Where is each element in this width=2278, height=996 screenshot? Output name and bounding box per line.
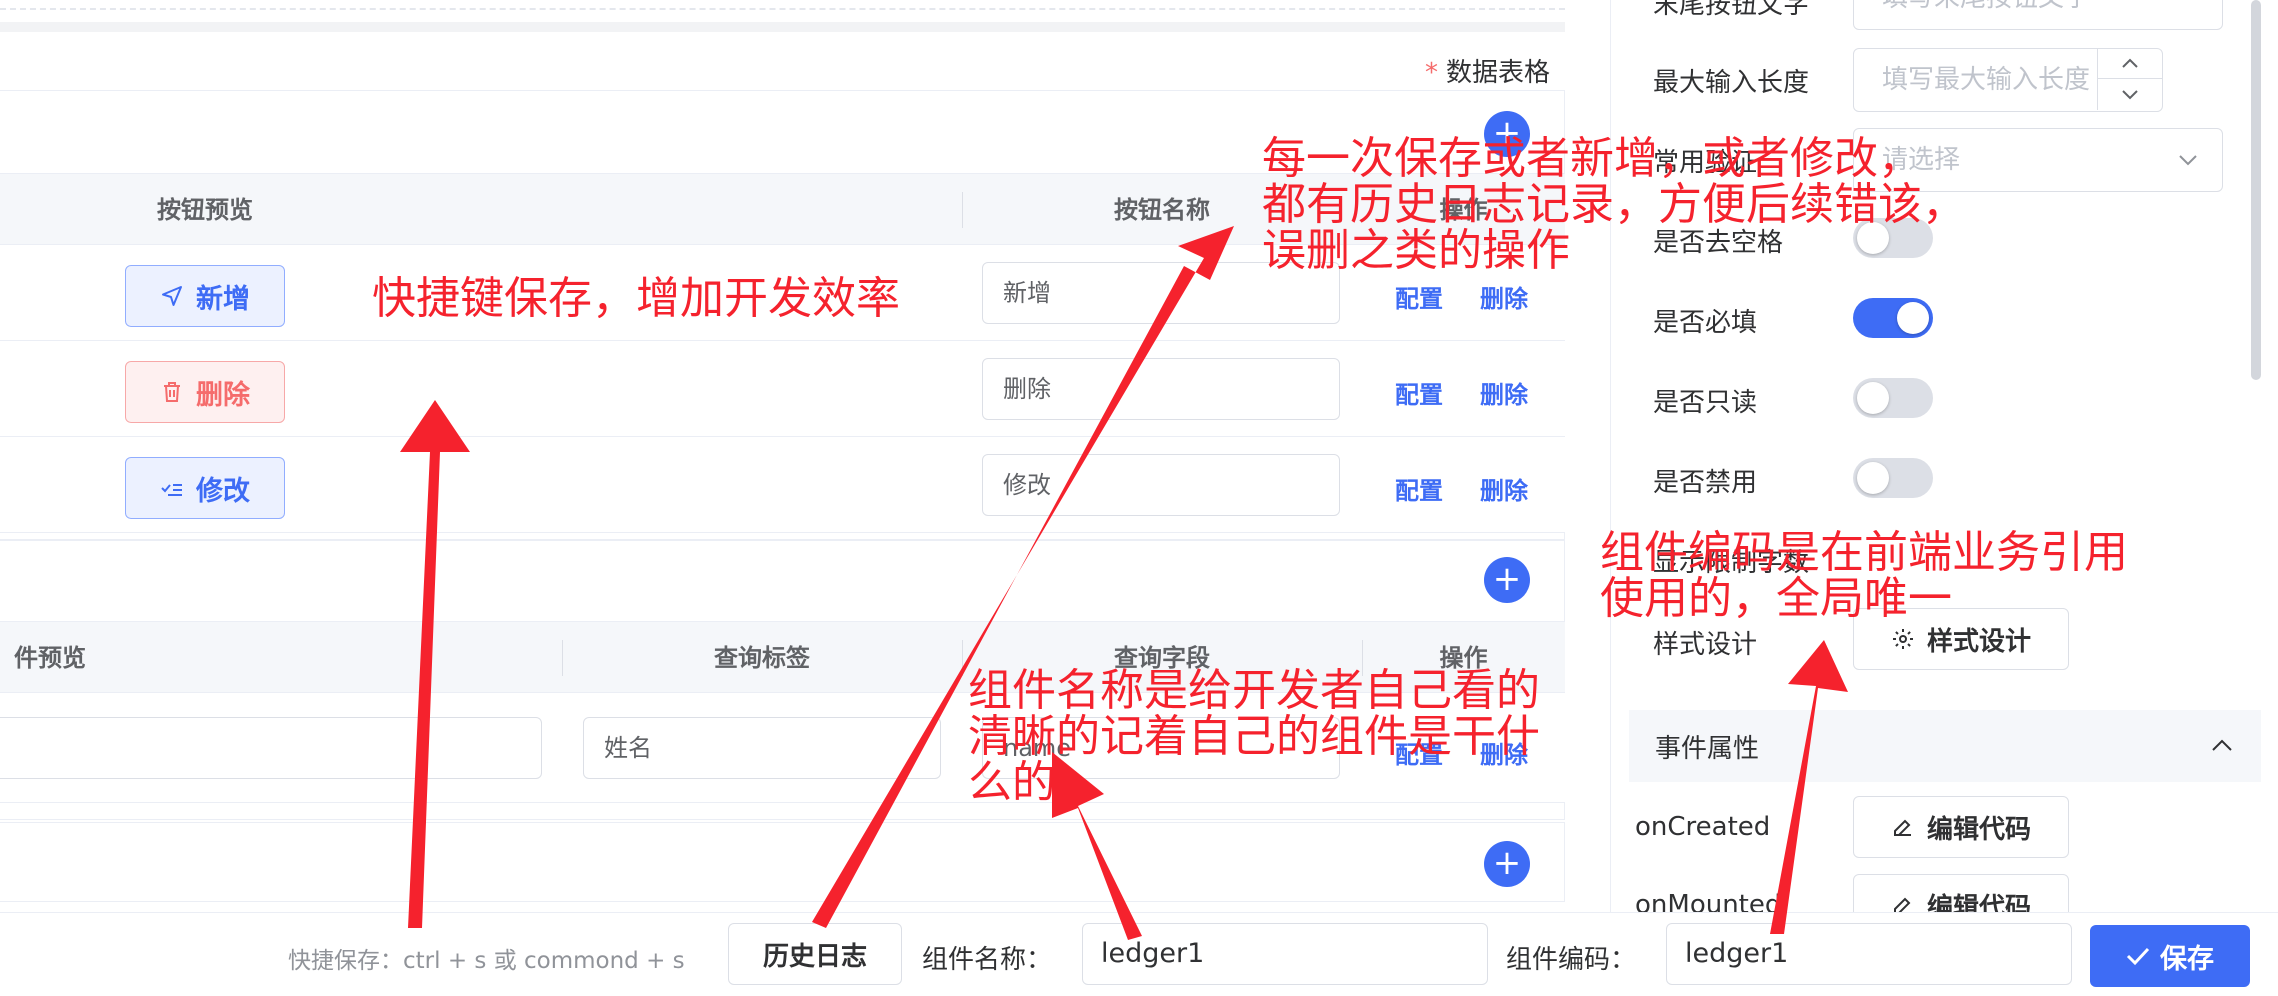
component-name-label: 组件名称： bbox=[922, 945, 1053, 975]
trash-icon bbox=[164, 382, 180, 402]
button-config-card: + 按钮预览 按钮名称 操作 新增 新增 配置 删除 删除 删除 配置 删除 修… bbox=[0, 90, 1565, 540]
gear-icon bbox=[1892, 629, 1913, 649]
button-table-header: 按钮预览 按钮名称 操作 bbox=[0, 173, 1565, 245]
col-button-preview: 按钮预览 bbox=[157, 196, 253, 224]
plus-icon: + bbox=[1492, 843, 1522, 883]
history-log-button[interactable]: 历史日志 bbox=[728, 923, 902, 985]
plus-icon: + bbox=[1492, 113, 1522, 153]
config-link[interactable]: 配置 bbox=[1395, 471, 1443, 506]
col-query-field: 查询字段 bbox=[1114, 644, 1210, 672]
previous-card-edge bbox=[0, 0, 1565, 10]
required-label: 是否必填 bbox=[1653, 308, 1758, 338]
table-row: 姓名 name 配置 删除 bbox=[0, 693, 1565, 803]
table-row: 新增 新增 配置 删除 bbox=[0, 245, 1565, 341]
button-name-input[interactable]: 删除 bbox=[982, 358, 1340, 420]
show-limit-label: 显示限制字数 bbox=[1653, 548, 1810, 578]
component-code-label: 组件编码： bbox=[1506, 945, 1637, 975]
config-link[interactable]: 配置 bbox=[1395, 375, 1443, 410]
config-link[interactable]: 配置 bbox=[1395, 735, 1443, 770]
query-label-input[interactable]: 姓名 bbox=[583, 717, 941, 779]
section-separator bbox=[0, 22, 1565, 32]
next-config-card: + bbox=[0, 822, 1565, 902]
query-config-card: + 件预览 查询标签 查询字段 操作 姓名 name 配置 删除 bbox=[0, 540, 1565, 820]
required-switch[interactable] bbox=[1853, 298, 1933, 338]
col-operation: 操作 bbox=[1439, 196, 1488, 224]
data-table-field-label: * 数据表格 bbox=[1424, 58, 1550, 88]
switch-knob bbox=[1857, 222, 1889, 254]
property-panel: 末尾按钮文字 填写末尾按钮文字 最大输入长度 填写最大输入长度 常用验证 请选择… bbox=[1610, 0, 2278, 936]
preview-add-button[interactable]: 新增 bbox=[125, 265, 285, 327]
common-validation-select[interactable]: 请选择 bbox=[1853, 128, 2223, 192]
trim-label: 是否去空格 bbox=[1653, 228, 1784, 258]
delete-link[interactable]: 删除 bbox=[1480, 279, 1528, 314]
query-table-header: 件预览 查询标签 查询字段 操作 bbox=[0, 621, 1565, 693]
decrement-button[interactable] bbox=[2098, 79, 2162, 110]
max-length-stepper[interactable] bbox=[2097, 48, 2162, 110]
event-name-label: onCreated bbox=[1635, 812, 1771, 842]
preview-delete-button[interactable]: 删除 bbox=[125, 361, 285, 423]
col-component-preview: 件预览 bbox=[14, 644, 86, 672]
component-preview-input[interactable] bbox=[0, 717, 542, 779]
tail-button-text-label: 末尾按钮文字 bbox=[1653, 0, 1810, 20]
style-design-button[interactable]: 样式设计 bbox=[1853, 608, 2069, 670]
add-row-button[interactable]: + bbox=[1484, 841, 1530, 887]
config-link[interactable]: 配置 bbox=[1395, 279, 1443, 314]
disabled-switch[interactable] bbox=[1853, 458, 1933, 498]
col-button-name: 按钮名称 bbox=[1114, 196, 1210, 224]
table-row: 修改 修改 配置 删除 bbox=[0, 437, 1565, 533]
plus-icon: + bbox=[1492, 559, 1522, 599]
chevron-down-icon bbox=[2179, 155, 2197, 166]
delete-link[interactable]: 删除 bbox=[1480, 471, 1528, 506]
col-operation: 操作 bbox=[1439, 644, 1488, 672]
add-query-row-button[interactable]: + bbox=[1484, 557, 1530, 603]
common-validation-label: 常用验证 bbox=[1653, 148, 1758, 178]
edit-code-button[interactable]: 编辑代码 bbox=[1853, 796, 2069, 858]
edit-icon bbox=[1893, 819, 1911, 836]
delete-link[interactable]: 删除 bbox=[1480, 735, 1528, 770]
event-properties-header[interactable]: 事件属性 bbox=[1629, 710, 2261, 782]
footer-toolbar: 快捷保存：ctrl + s 或 commond + s 历史日志 组件名称： l… bbox=[0, 912, 2278, 996]
disabled-label: 是否禁用 bbox=[1653, 468, 1758, 498]
delete-link[interactable]: 删除 bbox=[1480, 375, 1528, 410]
chevron-up-icon bbox=[2212, 739, 2232, 751]
edit-list-icon bbox=[161, 484, 182, 496]
button-name-input[interactable]: 新增 bbox=[982, 262, 1340, 324]
required-mark: * bbox=[1424, 58, 1438, 88]
button-name-input[interactable]: 修改 bbox=[982, 454, 1340, 516]
shortcut-hint: 快捷保存：ctrl + s 或 commond + s bbox=[288, 948, 685, 974]
switch-knob bbox=[1857, 462, 1889, 494]
chevron-down-icon bbox=[2122, 89, 2138, 99]
query-field-input[interactable]: name bbox=[982, 717, 1340, 779]
vertical-scrollbar[interactable] bbox=[2251, 0, 2261, 380]
style-design-label: 样式设计 bbox=[1653, 630, 1758, 660]
component-name-input[interactable]: ledger1 bbox=[1082, 923, 1488, 985]
send-icon bbox=[162, 286, 182, 306]
readonly-label: 是否只读 bbox=[1653, 388, 1758, 418]
add-button-row-button[interactable]: + bbox=[1484, 111, 1530, 157]
chevron-up-icon bbox=[2122, 58, 2138, 68]
save-button[interactable]: 保存 bbox=[2090, 925, 2250, 987]
form-designer-canvas: *数据表格 + 按钮预览 按钮名称 操作 新增 新增 配置 删除 删除 删除 bbox=[0, 0, 1610, 912]
check-icon bbox=[2126, 947, 2150, 966]
component-code-input[interactable]: ledger1 bbox=[1666, 923, 2072, 985]
max-length-label: 最大输入长度 bbox=[1653, 68, 1810, 98]
switch-knob bbox=[1857, 382, 1889, 414]
readonly-switch[interactable] bbox=[1853, 378, 1933, 418]
switch-knob bbox=[1897, 302, 1929, 334]
table-row: 删除 删除 配置 删除 bbox=[0, 341, 1565, 437]
tail-button-text-input[interactable]: 填写末尾按钮文字 bbox=[1853, 0, 2223, 30]
trim-switch[interactable] bbox=[1853, 218, 1933, 258]
increment-button[interactable] bbox=[2098, 48, 2162, 79]
col-query-label: 查询标签 bbox=[714, 644, 810, 672]
preview-edit-button[interactable]: 修改 bbox=[125, 457, 285, 519]
